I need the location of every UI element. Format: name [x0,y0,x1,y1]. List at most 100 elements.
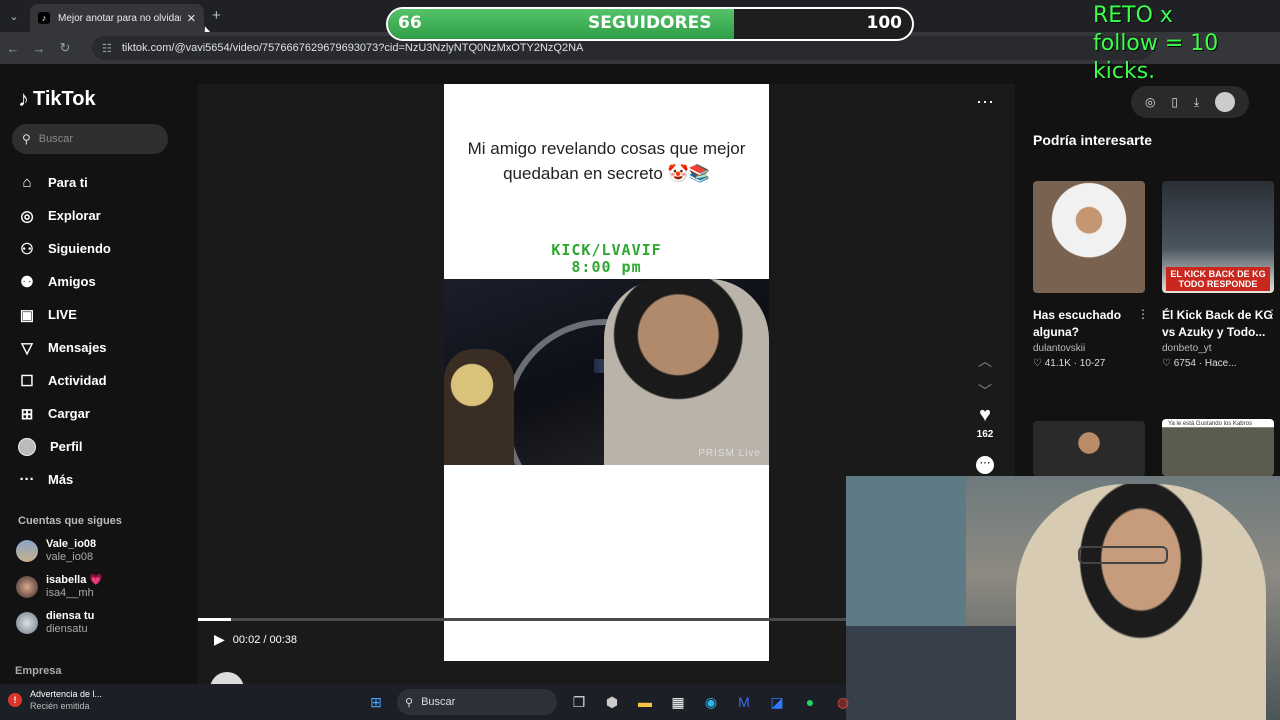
friends-icon: ⚉ [20,273,34,291]
suggested-video-card[interactable]: Has escuchado alguna? dulantovskii ♡ 41.… [1033,181,1149,369]
account-handle: diensatu [46,623,88,635]
sidebar-item-cargar[interactable]: ⊞ Cargar [16,397,111,430]
taskbar-search[interactable]: ⚲ Buscar [397,689,557,715]
sidebar-item-label: Explorar [48,208,101,223]
avatar [16,540,38,562]
suggested-video-card[interactable]: EL KICK BACK DE KG TODO RESPONDE Él Kick… [1162,181,1278,369]
edge-icon[interactable]: ◉ [699,690,723,714]
upload-icon: ⊞ [20,405,34,423]
like-button[interactable]: ♥ 162 [972,404,998,440]
followers-current: 66 [398,13,422,33]
video-controls: ▶ 00:02 / 00:38 [214,631,297,648]
avatar [16,612,38,634]
file-explorer-icon[interactable]: ▬ [633,690,657,714]
video-thumbnail: Ya le está Gustando los Kabros [1162,419,1274,476]
account-name: isabella 💗 [46,574,104,586]
site-info-icon[interactable]: ☷ [102,42,112,55]
live-icon: ▣ [19,306,35,324]
account-handle: isa4__mh [46,587,94,599]
search-icon: ⚲ [22,132,31,146]
play-icon[interactable]: ▶ [214,631,225,648]
tool-app-icon[interactable]: ◪ [765,690,789,714]
webcam-streamer [1016,484,1266,720]
sidebar-item-label: Cargar [48,406,90,421]
following-icon: ⚇ [20,240,34,258]
top-right-toolbar: ◎ ▯ ⤓ [1131,86,1249,118]
close-tab-icon[interactable]: ✕ [187,12,196,25]
card-meta: ♡ 6754 · Hace... [1162,358,1237,369]
compass-icon[interactable]: ◎ [1145,95,1155,109]
video-scene-image: PRISM Live [444,279,769,465]
next-video-icon[interactable]: ﹀ [978,376,992,406]
search-placeholder: Buscar [38,133,74,145]
app-cube-icon[interactable]: ⬢ [600,690,624,714]
sidebar-item-para-ti[interactable]: ⌂ Para ti [16,166,111,199]
sidebar-item-explorar[interactable]: ◎ Explorar [16,199,111,232]
sidebar-item-amigos[interactable]: ⚉ Amigos [16,265,111,298]
prism-live-watermark: PRISM Live [698,448,761,459]
followed-account[interactable]: diensa tu diensatu [16,610,94,636]
new-tab-icon[interactable]: + [212,7,221,24]
tiktok-favicon-icon: ♪ [38,12,50,24]
home-icon: ⌂ [22,174,32,191]
more-icon: ··· [19,471,35,488]
card-channel: donbeto_yt [1162,343,1212,354]
search-input[interactable]: ⚲ Buscar [12,124,168,154]
phone-icon[interactable]: ▯ [1171,95,1178,109]
previous-video-icon[interactable]: ︿ [978,346,992,376]
card-more-icon[interactable]: ⋮ [1137,307,1149,321]
tiktok-logo[interactable]: ♪ TikTok [18,86,96,112]
notification[interactable]: ! Advertencia de l... Recién emitida [8,688,102,712]
forward-arrow-icon[interactable]: → [26,41,52,56]
tab-search-chevron-icon[interactable]: ⌄ [0,0,28,32]
sidebar-item-actividad[interactable]: ☐ Actividad [16,364,111,397]
suggested-video-card[interactable] [1033,421,1145,476]
browser-tab[interactable]: ♪ Mejor anotar para no olvidar x ✕ [30,4,204,32]
kick-channel: KICK/LVAVIF [551,241,662,259]
sidebar-item-live[interactable]: ▣ LIVE [16,298,111,331]
kick-announcement: KICK/LVAVIF 8:00 pm [444,242,769,276]
search-icon: ⚲ [405,696,414,709]
video-progress-bar[interactable] [198,618,848,621]
sidebar-item-mensajes[interactable]: ▽ Mensajes [16,331,111,364]
sidebar-item-mas[interactable]: ··· Más [16,463,111,496]
sidebar-item-label: Actividad [48,373,107,388]
warning-icon: ! [8,693,22,707]
windows-taskbar: ! Advertencia de l... Recién emitida ⊞ ⚲… [0,684,849,720]
store-icon[interactable]: ▦ [666,690,690,714]
windows-start-icon[interactable]: ⊞ [364,690,388,714]
heart-icon: ♥ [979,404,991,426]
suggested-video-card[interactable]: Ya le está Gustando los Kabros [1162,419,1274,476]
sidebar-item-label: Perfil [50,439,83,454]
comment-icon[interactable]: ⋯ [976,456,994,474]
card-more-icon[interactable]: ⋮ [1266,307,1278,321]
video-more-options-icon[interactable]: ⋯ [976,92,994,113]
spotify-icon[interactable]: ● [798,690,822,714]
back-arrow-icon[interactable]: ← [0,41,26,56]
compass-icon: ◎ [20,207,34,225]
account-name: Vale_io08 [46,538,97,550]
account-name: diensa tu [46,610,95,622]
webcam-glasses [1078,546,1168,564]
followed-account[interactable]: isabella 💗 isa4__mh [16,574,103,600]
followers-goal-bar: 66 SEGUIDORES 100 [386,7,914,41]
followed-account[interactable]: Vale_io08 vale_io08 [16,538,96,564]
profile-avatar[interactable] [1215,92,1236,112]
chrome-icon[interactable]: ◍ [831,690,855,714]
sidebar-item-label: Siguiendo [48,241,111,256]
m-app-icon[interactable]: M [732,690,756,714]
video-frame[interactable]: Mi amigo revelando cosas que mejor queda… [444,84,769,661]
task-view-icon[interactable]: ❐ [567,690,591,714]
sidebar-item-label: Para ti [48,175,88,190]
sidebar-item-siguiendo[interactable]: ⚇ Siguiendo [16,232,111,265]
sidebar-item-perfil[interactable]: Perfil [16,430,111,463]
sidebar-menu: ⌂ Para ti ◎ Explorar ⚇ Siguiendo ⚉ Amigos ▣ L… [16,166,111,496]
video-progress-fill [198,618,231,621]
suggestions-title: Podría interesarte [1033,132,1153,148]
company-link[interactable]: Empresa [15,665,61,677]
account-handle: vale_io08 [46,551,94,563]
download-icon[interactable]: ⤓ [1194,95,1199,110]
video-thumbnail: EL KICK BACK DE KG TODO RESPONDE [1162,181,1274,293]
reload-icon[interactable]: ↻ [52,40,78,56]
scene-person-right [604,279,769,465]
